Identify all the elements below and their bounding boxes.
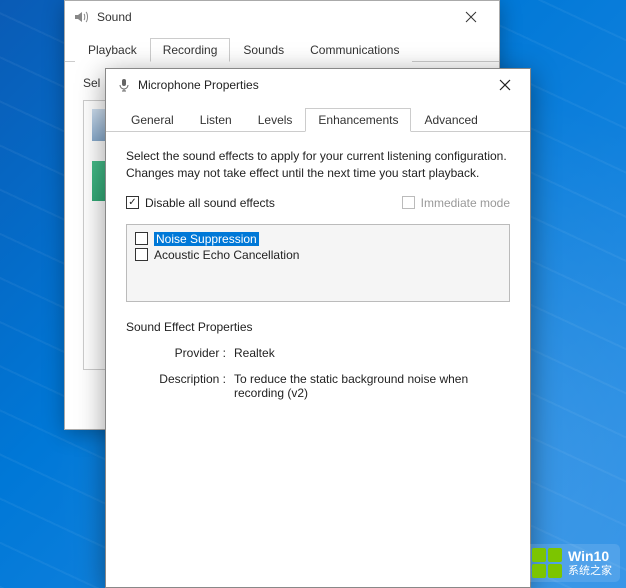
sound-effects-list[interactable]: Noise Suppression Acoustic Echo Cancella… (126, 224, 510, 302)
checkbox-icon (126, 196, 139, 209)
watermark: Win10 系统之家 (524, 544, 620, 582)
tab-levels[interactable]: Levels (245, 108, 306, 132)
sound-titlebar[interactable]: Sound (65, 1, 499, 33)
immediate-mode-label: Immediate mode (421, 196, 510, 210)
checkbox-icon (402, 196, 415, 209)
watermark-text: Win10 系统之家 (568, 549, 612, 576)
enhancements-panel: Select the sound effects to apply for yo… (106, 132, 530, 428)
sound-window-title: Sound (97, 10, 451, 24)
close-icon[interactable] (451, 3, 491, 31)
sound-effect-properties: Sound Effect Properties Provider : Realt… (126, 320, 510, 400)
description-label: Description : (126, 372, 234, 400)
mic-tabs: General Listen Levels Enhancements Advan… (106, 101, 530, 132)
speaker-icon (73, 9, 89, 25)
tab-communications[interactable]: Communications (297, 38, 412, 62)
enhancements-description: Select the sound effects to apply for yo… (126, 148, 510, 182)
tab-general[interactable]: General (118, 108, 187, 132)
provider-value: Realtek (234, 346, 510, 360)
disable-all-sound-effects-checkbox[interactable]: Disable all sound effects (126, 196, 275, 210)
mic-titlebar[interactable]: Microphone Properties (106, 69, 530, 101)
microphone-icon (116, 77, 132, 93)
microphone-properties-window: Microphone Properties General Listen Lev… (105, 68, 531, 588)
watermark-line1: Win10 (568, 549, 612, 564)
description-row: Description : To reduce the static backg… (126, 372, 510, 400)
tab-advanced[interactable]: Advanced (411, 108, 490, 132)
watermark-logo-icon (532, 548, 562, 578)
close-icon[interactable] (484, 71, 526, 99)
immediate-mode-checkbox: Immediate mode (402, 196, 510, 210)
tab-recording[interactable]: Recording (150, 38, 231, 62)
checkbox-icon[interactable] (135, 232, 148, 245)
checkbox-icon[interactable] (135, 248, 148, 261)
tab-sounds[interactable]: Sounds (230, 38, 297, 62)
tab-enhancements[interactable]: Enhancements (305, 108, 411, 132)
description-value: To reduce the static background noise wh… (234, 372, 510, 400)
watermark-line2: 系统之家 (568, 565, 612, 577)
properties-title: Sound Effect Properties (126, 320, 510, 334)
tab-playback[interactable]: Playback (75, 38, 150, 62)
tab-listen[interactable]: Listen (187, 108, 245, 132)
disable-all-label: Disable all sound effects (145, 196, 275, 210)
effect-noise-suppression[interactable]: Noise Suppression (133, 231, 503, 247)
mic-window-title: Microphone Properties (138, 78, 484, 92)
effect-label: Noise Suppression (154, 232, 259, 246)
provider-row: Provider : Realtek (126, 346, 510, 360)
effect-acoustic-echo-cancellation[interactable]: Acoustic Echo Cancellation (133, 247, 503, 263)
sound-tabs: Playback Recording Sounds Communications (65, 33, 499, 62)
effect-label: Acoustic Echo Cancellation (154, 248, 299, 262)
provider-label: Provider : (126, 346, 234, 360)
